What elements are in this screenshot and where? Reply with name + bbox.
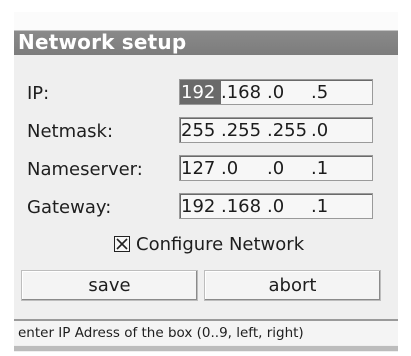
gateway-octet-4[interactable]: .1 (311, 194, 351, 218)
gateway-row: Gateway: 192 .168 .0 .1 (14, 193, 398, 225)
netmask-label: Netmask: (27, 121, 114, 142)
status-bar: enter IP Adress of the box (0..9, left, … (14, 319, 398, 345)
ip-octet-4[interactable]: .5 (311, 80, 351, 104)
gateway-field[interactable]: 192 .168 .0 .1 (179, 193, 373, 219)
nameserver-field[interactable]: 127 .0 .0 .1 (179, 155, 373, 181)
netmask-row: Netmask: 255 .255 .255 .0 (14, 117, 398, 149)
netmask-octet-1[interactable]: 255 (180, 118, 221, 142)
nameserver-octet-4[interactable]: .1 (311, 156, 351, 180)
ip-label: IP: (27, 83, 50, 104)
ip-octet-3[interactable]: .0 (267, 80, 311, 104)
save-button[interactable]: save (21, 270, 198, 301)
netmask-octet-3[interactable]: .255 (267, 118, 311, 142)
gateway-octet-2[interactable]: .168 (221, 194, 267, 218)
network-setup-dialog: Network setup IP: 192 .168 .0 .5 Netmask… (14, 12, 398, 352)
netmask-octet-4[interactable]: .0 (311, 118, 351, 142)
nameserver-octet-1[interactable]: 127 (180, 156, 221, 180)
gateway-octet-1[interactable]: 192 (180, 194, 221, 218)
configure-network-checkbox[interactable] (114, 236, 130, 252)
nameserver-octet-2[interactable]: .0 (221, 156, 267, 180)
configure-network-option[interactable]: Configure Network (114, 232, 304, 256)
bottom-divider (14, 346, 398, 351)
gateway-octet-3[interactable]: .0 (267, 194, 311, 218)
dialog-title: Network setup (18, 30, 187, 54)
nameserver-label: Nameserver: (27, 159, 143, 180)
nameserver-row: Nameserver: 127 .0 .0 .1 (14, 155, 398, 187)
netmask-field[interactable]: 255 .255 .255 .0 (179, 117, 373, 143)
abort-button[interactable]: abort (204, 270, 381, 301)
configure-network-label: Configure Network (136, 233, 305, 255)
nameserver-octet-3[interactable]: .0 (267, 156, 311, 180)
ip-row: IP: 192 .168 .0 .5 (14, 79, 398, 111)
gateway-label: Gateway: (27, 197, 112, 218)
ip-octet-2[interactable]: .168 (221, 80, 267, 104)
netmask-octet-2[interactable]: .255 (221, 118, 267, 142)
title-bar: Network setup (14, 12, 398, 55)
ip-field[interactable]: 192 .168 .0 .5 (179, 79, 373, 105)
x-mark-icon (116, 238, 128, 250)
ip-octet-1[interactable]: 192 (180, 80, 221, 104)
